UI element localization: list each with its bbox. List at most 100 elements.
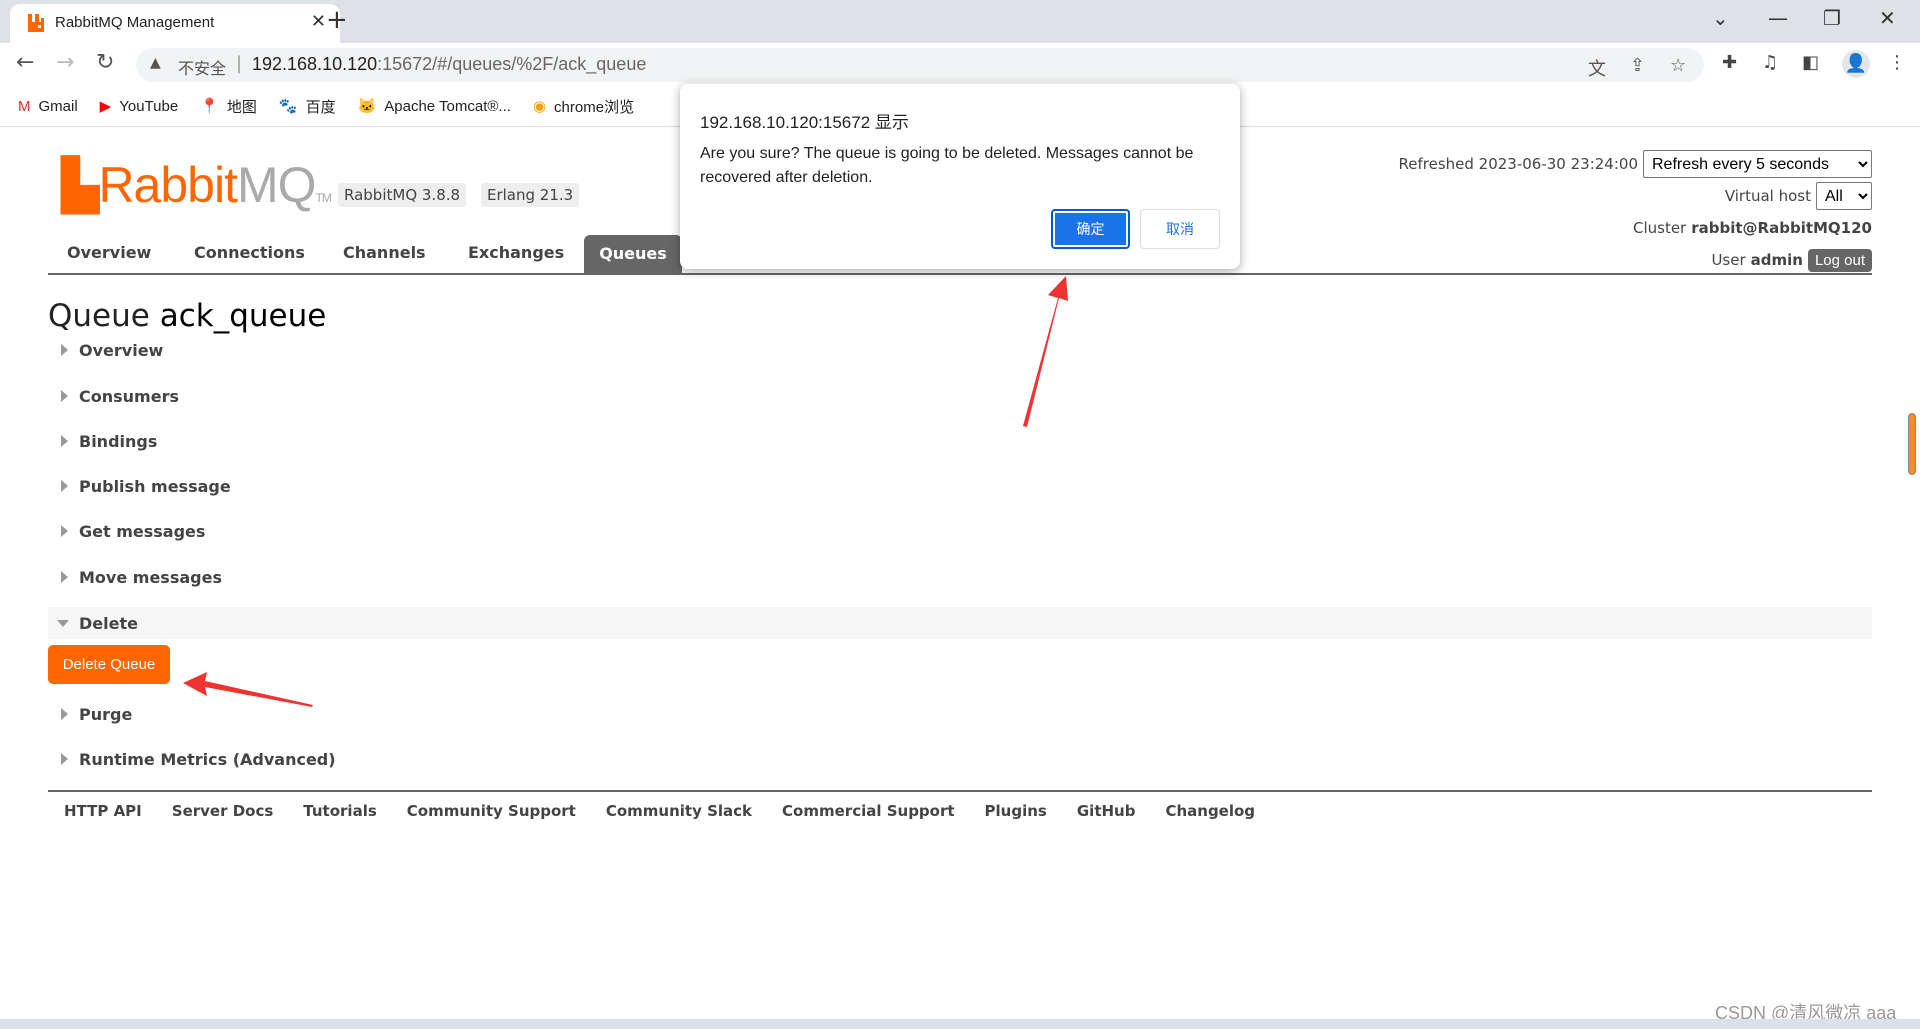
minimize-icon[interactable]: —	[1768, 6, 1788, 30]
footer-link-changelog[interactable]: Changelog	[1165, 802, 1255, 820]
forward-arrow-icon[interactable]: →	[56, 50, 74, 75]
section-overview[interactable]: Overview	[48, 334, 1872, 366]
footer-link-community-slack[interactable]: Community Slack	[606, 802, 752, 820]
section-bindings[interactable]: Bindings	[48, 425, 1872, 457]
delete-queue-button[interactable]: Delete Queue	[48, 645, 170, 684]
url-path: :15672/#/queues/%2F/ack_queue	[377, 54, 647, 74]
reload-icon[interactable]: ↻	[96, 50, 114, 75]
erlang-badge: Erlang 21.3	[481, 183, 580, 207]
gmail-icon: M	[18, 97, 31, 115]
share-icon[interactable]: ⇪	[1630, 55, 1645, 76]
footer-link-plugins[interactable]: Plugins	[985, 802, 1047, 820]
section-purge[interactable]: Purge	[48, 698, 1872, 730]
tab-search-chevron-down-icon[interactable]: ⌄	[1712, 6, 1729, 30]
cluster-name: rabbit@RabbitMQ120	[1691, 219, 1872, 237]
separator: |	[236, 53, 243, 74]
footer-links: HTTP API Server Docs Tutorials Community…	[64, 802, 1255, 820]
footer-link-community-support[interactable]: Community Support	[407, 802, 576, 820]
insecure-label: 不安全	[178, 61, 227, 78]
section-publish-message[interactable]: Publish message	[48, 470, 1872, 502]
extensions-puzzle-icon[interactable]: ✚	[1722, 52, 1737, 73]
bookmark-label: 百度	[305, 98, 336, 116]
browser-tab[interactable]: RabbitMQ Management ✕	[10, 4, 340, 43]
user-name: admin	[1750, 251, 1803, 269]
bookmark-star-icon[interactable]: ☆	[1670, 55, 1686, 76]
translate-icon[interactable]: 文	[1588, 55, 1606, 81]
scrollbar-thumb[interactable]	[1908, 413, 1916, 475]
bookmark-maps[interactable]: 📍 地图	[200, 96, 257, 117]
expand-triangle-icon	[61, 753, 68, 765]
tab-connections[interactable]: Connections	[194, 243, 305, 262]
maps-icon: 📍	[200, 98, 219, 115]
expand-triangle-icon	[61, 571, 68, 583]
expand-triangle-icon	[61, 344, 68, 356]
user-label: User	[1711, 251, 1746, 269]
tab-exchanges[interactable]: Exchanges	[468, 243, 564, 262]
version-badge: RabbitMQ 3.8.8	[338, 183, 467, 207]
refresh-interval-select[interactable]: Refresh every 5 seconds	[1643, 150, 1872, 178]
profile-avatar-icon[interactable]: 👤	[1842, 50, 1870, 78]
tab-queues[interactable]: Queues	[584, 235, 682, 273]
expand-triangle-icon	[61, 390, 68, 402]
section-runtime-metrics[interactable]: Runtime Metrics (Advanced)	[48, 743, 1872, 775]
expand-triangle-icon	[61, 480, 68, 492]
nav-divider	[48, 273, 1872, 275]
page-title: Queue ack_queue	[48, 298, 327, 334]
refreshed-time: Refreshed 2023-06-30 23:24:00	[1398, 155, 1638, 173]
header-info: Refreshed 2023-06-30 23:24:00 Refresh ev…	[1399, 148, 1872, 276]
side-panel-icon[interactable]: ◧	[1802, 52, 1819, 73]
footer-link-commercial-support[interactable]: Commercial Support	[782, 802, 955, 820]
confirm-dialog: 192.168.10.120:15672 显示 Are you sure? Th…	[680, 84, 1240, 269]
bookmark-label: 地图	[226, 98, 257, 116]
section-move-messages[interactable]: Move messages	[48, 561, 1872, 593]
rabbitmq-logo[interactable]: ▙RabbitMQTM	[61, 156, 332, 214]
bookmark-gmail[interactable]: M Gmail	[18, 98, 78, 115]
close-tab-icon[interactable]: ✕	[311, 11, 326, 32]
footer-divider	[48, 790, 1872, 792]
expand-triangle-icon	[61, 708, 68, 720]
expand-triangle-icon	[61, 435, 68, 447]
taskbar-strip	[0, 1019, 1920, 1029]
tab-title: RabbitMQ Management	[55, 14, 215, 31]
address-bar[interactable]: ▲ 不安全 | 192.168.10.120:15672/#/queues/%2…	[136, 48, 1704, 82]
close-window-icon[interactable]: ✕	[1879, 6, 1896, 30]
url-text: 192.168.10.120:15672/#/queues/%2F/ack_qu…	[252, 54, 646, 75]
vhost-select[interactable]: All	[1816, 182, 1872, 210]
youtube-icon: ▶	[99, 98, 112, 115]
media-control-icon[interactable]: ♫	[1762, 52, 1778, 73]
footer-link-http-api[interactable]: HTTP API	[64, 802, 142, 820]
chrome-ext-icon: ◉	[532, 98, 547, 115]
menu-kebab-icon[interactable]: ⋮	[1888, 52, 1906, 73]
rabbitmq-favicon-icon	[28, 14, 44, 32]
dialog-message: Are you sure? The queue is going to be d…	[700, 145, 1194, 186]
expand-triangle-icon	[61, 525, 68, 537]
baidu-icon: 🐾	[278, 98, 298, 115]
bookmark-label: Apache Tomcat®...	[384, 97, 511, 115]
collapse-triangle-icon	[57, 619, 69, 627]
bookmark-chrome[interactable]: ◉ chrome浏览	[533, 96, 634, 117]
restore-icon[interactable]: ❐	[1823, 6, 1841, 30]
footer-link-server-docs[interactable]: Server Docs	[172, 802, 274, 820]
bookmark-label: chrome浏览	[554, 98, 635, 116]
section-consumers[interactable]: Consumers	[48, 380, 1872, 412]
dialog-ok-button[interactable]: 确定	[1051, 209, 1130, 249]
bookmark-tomcat[interactable]: 🐱 Apache Tomcat®...	[358, 97, 511, 116]
back-arrow-icon[interactable]: ←	[16, 50, 34, 75]
bookmark-youtube[interactable]: ▶ YouTube	[99, 97, 179, 116]
cluster-label: Cluster	[1632, 219, 1687, 237]
bookmark-baidu[interactable]: 🐾 百度	[279, 96, 336, 117]
footer-link-github[interactable]: GitHub	[1077, 802, 1136, 820]
bookmark-label: Gmail	[38, 97, 78, 115]
logout-button[interactable]: Log out	[1807, 248, 1872, 272]
vhost-label: Virtual host	[1724, 187, 1811, 205]
tab-channels[interactable]: Channels	[343, 243, 426, 262]
bookmark-label: YouTube	[119, 97, 179, 115]
new-tab-button[interactable]: +	[326, 5, 348, 35]
url-host: 192.168.10.120	[252, 54, 378, 74]
dialog-cancel-button[interactable]: 取消	[1140, 209, 1220, 249]
tab-overview[interactable]: Overview	[67, 243, 151, 262]
section-get-messages[interactable]: Get messages	[48, 515, 1872, 547]
dialog-title: 192.168.10.120:15672 显示	[700, 113, 909, 132]
footer-link-tutorials[interactable]: Tutorials	[303, 802, 376, 820]
section-delete[interactable]: Delete	[48, 607, 1872, 639]
